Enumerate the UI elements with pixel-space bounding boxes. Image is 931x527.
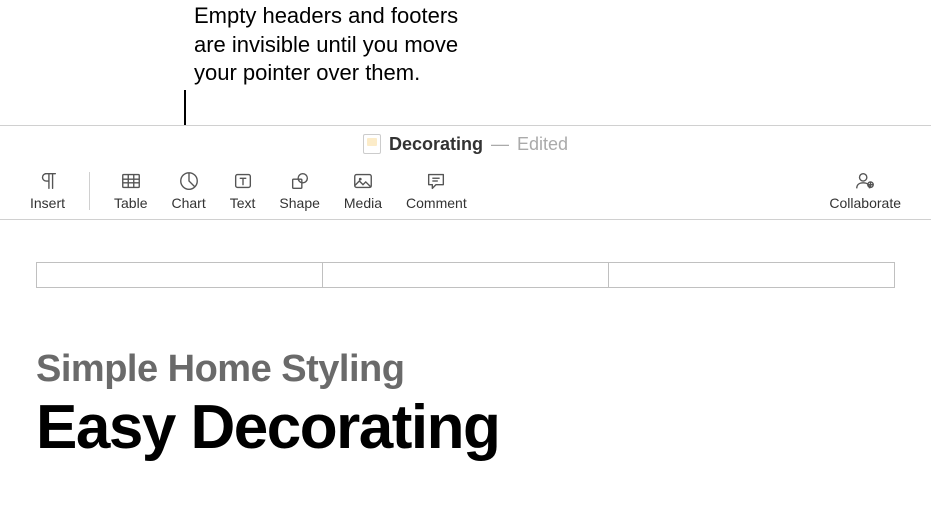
text-button[interactable]: Text	[218, 168, 268, 213]
collaborate-icon	[853, 170, 877, 192]
header-field-center[interactable]	[323, 263, 609, 287]
callout-annotation: Empty headers and footers are invisible …	[194, 2, 458, 88]
page-header-fields[interactable]	[36, 262, 895, 288]
comment-label: Comment	[406, 195, 467, 211]
insert-label: Insert	[30, 195, 65, 211]
shape-button[interactable]: Shape	[267, 168, 331, 213]
document-canvas[interactable]: Simple Home Styling Easy Decorating	[0, 262, 931, 460]
collaborate-button[interactable]: Collaborate	[817, 168, 913, 213]
media-button[interactable]: Media	[332, 168, 394, 213]
toolbar-group-left: Insert	[18, 168, 77, 213]
title-separator: —	[491, 134, 509, 155]
chart-icon	[177, 170, 201, 192]
comment-button[interactable]: Comment	[394, 168, 479, 213]
document-heading[interactable]: Easy Decorating	[36, 395, 895, 460]
shape-icon	[288, 170, 312, 192]
document-title[interactable]: Decorating	[389, 134, 483, 155]
annotation-line-1: Empty headers and footers	[194, 2, 458, 31]
collaborate-label: Collaborate	[829, 195, 901, 211]
paragraph-icon	[36, 170, 60, 192]
chart-button[interactable]: Chart	[159, 168, 217, 213]
table-icon	[119, 170, 143, 192]
toolbar-divider	[89, 172, 90, 210]
header-field-left[interactable]	[37, 263, 323, 287]
document-icon	[363, 134, 381, 154]
chart-label: Chart	[171, 195, 205, 211]
window-titlebar: Decorating — Edited	[0, 126, 931, 162]
shape-label: Shape	[279, 195, 319, 211]
comment-icon	[424, 170, 448, 192]
insert-button[interactable]: Insert	[18, 168, 77, 213]
toolbar: Insert Table Chart Text	[0, 162, 931, 220]
table-button[interactable]: Table	[102, 168, 159, 213]
table-label: Table	[114, 195, 147, 211]
header-field-right[interactable]	[609, 263, 894, 287]
text-label: Text	[230, 195, 256, 211]
toolbar-group-right: Collaborate	[817, 168, 913, 213]
media-icon	[351, 170, 375, 192]
document-body[interactable]: Simple Home Styling Easy Decorating	[0, 288, 931, 460]
toolbar-group-main: Table Chart Text Shape	[102, 168, 479, 213]
document-subtitle[interactable]: Simple Home Styling	[36, 348, 895, 391]
annotation-line-2: are invisible until you move	[194, 31, 458, 60]
document-status: Edited	[517, 134, 568, 155]
annotation-line-3: your pointer over them.	[194, 59, 458, 88]
application-window: Decorating — Edited Insert Table	[0, 125, 931, 527]
media-label: Media	[344, 195, 382, 211]
text-icon	[231, 170, 255, 192]
